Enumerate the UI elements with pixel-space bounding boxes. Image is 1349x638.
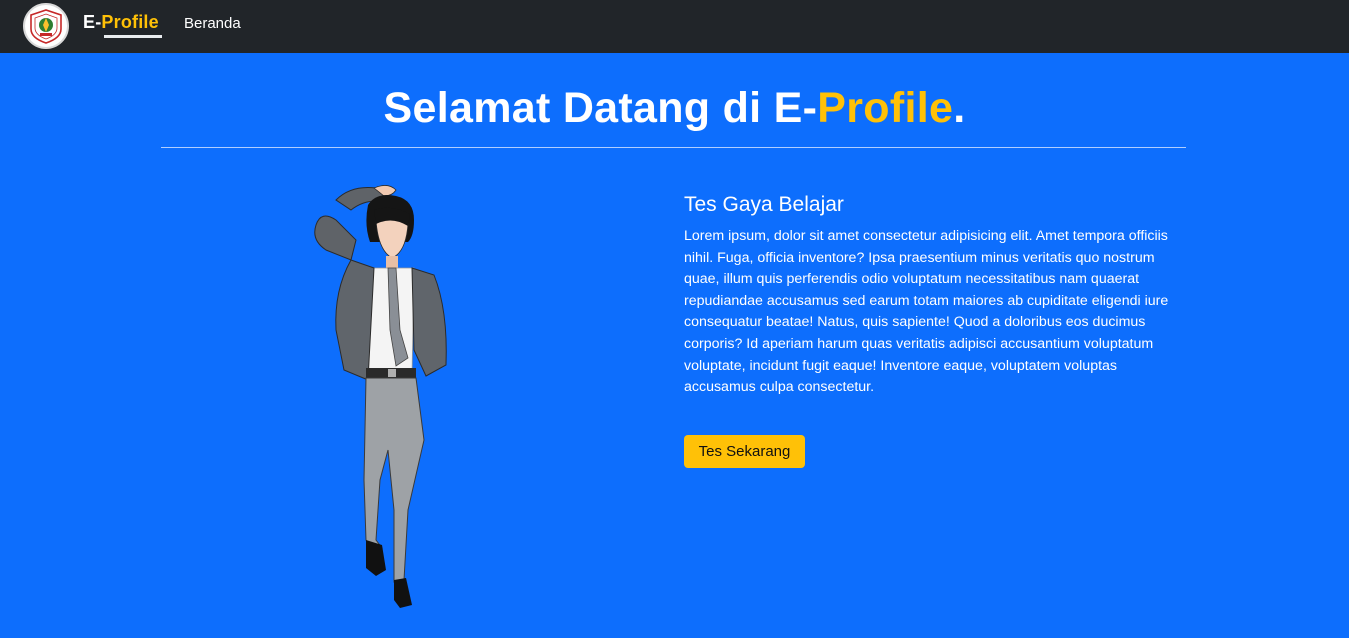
page-title-prefix: Selamat Datang di E- <box>383 84 818 132</box>
brand[interactable]: E-Profile <box>83 12 159 33</box>
school-logo-icon[interactable] <box>23 3 69 49</box>
learning-style-section: Tes Gaya Belajar Lorem ipsum, dolor sit … <box>684 193 1174 399</box>
student-character-illustration <box>296 180 466 620</box>
brand-prefix: E- <box>83 12 102 32</box>
brand-accent: Profile <box>101 12 159 32</box>
active-link-underline <box>104 35 162 38</box>
section-description: Lorem ipsum, dolor sit amet consectetur … <box>684 228 1169 396</box>
start-test-button[interactable]: Tes Sekarang <box>684 435 805 468</box>
nav-link-beranda[interactable]: Beranda <box>184 15 241 32</box>
page-title-suffix: . <box>953 84 966 132</box>
navbar: E-Profile Beranda <box>0 0 1349 53</box>
page-title-accent: Profile <box>817 84 954 132</box>
page-title: Selamat Datang di E-Profile. <box>0 84 1349 133</box>
section-heading: Tes Gaya Belajar <box>684 193 844 216</box>
title-divider <box>161 147 1186 148</box>
